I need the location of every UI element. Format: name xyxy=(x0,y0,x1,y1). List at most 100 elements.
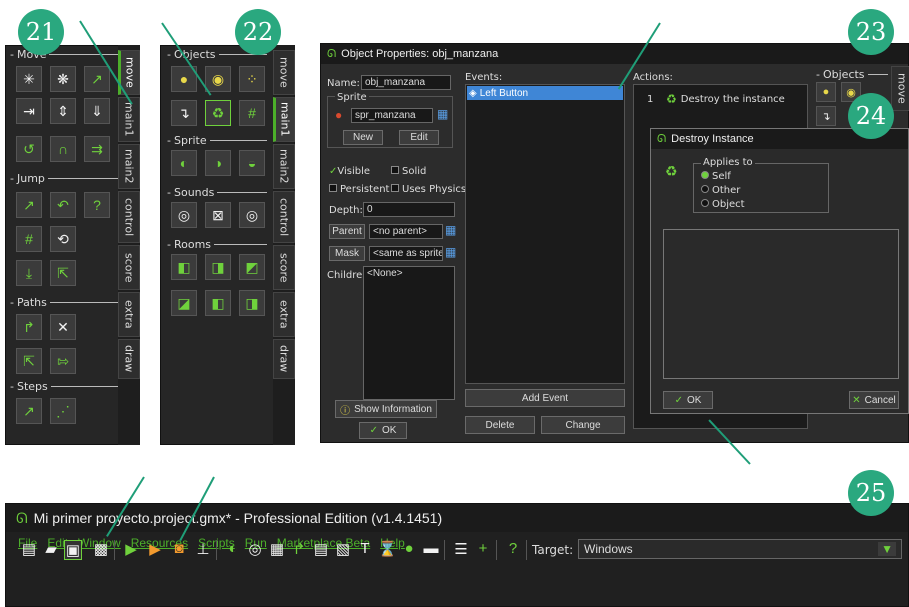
solid-checkbox[interactable]: Solid xyxy=(391,166,426,177)
open-icon[interactable]: ▰ xyxy=(42,540,60,558)
move-free-icon[interactable]: ❋ xyxy=(50,66,76,92)
dialog-ok-button[interactable]: ✓ OK xyxy=(663,391,713,409)
run-icon[interactable]: ▶ xyxy=(122,540,140,558)
stop-sound-icon[interactable]: ⊠ xyxy=(205,202,231,228)
tab-draw[interactable]: draw xyxy=(118,339,140,379)
move-fixed-icon[interactable]: ✳ xyxy=(16,66,42,92)
add-extension-icon[interactable]: + xyxy=(474,540,492,557)
restart-room-icon[interactable]: ◩ xyxy=(239,254,265,280)
friction-icon[interactable]: ⇉ xyxy=(84,136,110,162)
tab-control[interactable]: control xyxy=(273,191,295,243)
radio-other[interactable]: Other xyxy=(701,185,740,196)
radio-object[interactable]: Object xyxy=(701,199,745,210)
create-room-icon[interactable]: ▬ xyxy=(422,540,440,557)
change-instance-icon[interactable]: ↴ xyxy=(816,106,836,126)
play-sound-icon[interactable]: ◎ xyxy=(171,202,197,228)
set-path-icon[interactable]: ↱ xyxy=(16,314,42,340)
new-file-icon[interactable]: ▤ xyxy=(20,540,38,558)
create-sprite-icon[interactable]: ◐ xyxy=(224,540,242,557)
color-sprite-icon[interactable]: ◒ xyxy=(239,150,265,176)
tab-extra[interactable]: extra xyxy=(118,292,140,337)
dialog-cancel-button[interactable]: ✕ Cancel xyxy=(849,391,899,409)
create-random-icon[interactable]: ⁘ xyxy=(239,66,265,92)
change-instance-icon[interactable]: ↴ xyxy=(171,100,197,126)
create-path-icon[interactable]: ↱ xyxy=(290,540,308,558)
edit-button[interactable]: Edit xyxy=(399,130,439,145)
tab-main1[interactable]: main1 xyxy=(118,97,140,142)
add-event-button[interactable]: Add Event xyxy=(465,389,625,407)
create-shader-icon[interactable]: ▧ xyxy=(334,540,352,558)
jump-to-start-icon[interactable]: ↶ xyxy=(50,192,76,218)
align-to-grid-icon[interactable]: # xyxy=(16,226,42,252)
transform-sprite-icon[interactable]: ◑ xyxy=(205,150,231,176)
step-towards-icon[interactable]: ↗ xyxy=(16,398,42,424)
event-left-button[interactable]: ◈ Left Button xyxy=(467,86,623,100)
speed-vertical-icon[interactable]: ⇕ xyxy=(50,98,76,124)
create-sound-icon[interactable]: ◎ xyxy=(246,540,264,558)
tab-control[interactable]: control xyxy=(118,191,140,243)
speed-horizontal-icon[interactable]: ⇥ xyxy=(16,98,42,124)
check-sound-icon[interactable]: ◎ xyxy=(239,202,265,228)
uses-physics-checkbox[interactable]: Uses Physics xyxy=(391,184,466,195)
create-script-icon[interactable]: ▤ xyxy=(312,540,330,558)
mask-browse-icon[interactable]: ▦ xyxy=(445,245,456,259)
destroy-instance-icon[interactable]: ♻ xyxy=(205,100,231,126)
delete-button[interactable]: Delete xyxy=(465,416,535,434)
tab-score[interactable]: score xyxy=(273,245,295,290)
create-moving-icon[interactable]: ◉ xyxy=(205,66,231,92)
sprite-browse-icon[interactable]: ▦ xyxy=(437,107,448,121)
mask-field[interactable]: <same as sprite> xyxy=(369,246,443,261)
persistent-checkbox[interactable]: Persistent xyxy=(329,184,389,195)
depth-field[interactable]: 0 xyxy=(363,202,455,217)
tab-draw[interactable]: draw xyxy=(273,339,295,379)
path-position-icon[interactable]: ⇱ xyxy=(16,348,42,374)
tab-main2[interactable]: main2 xyxy=(273,144,295,189)
tab-main1[interactable]: main1 xyxy=(273,97,295,142)
create-font-icon[interactable]: T xyxy=(356,540,374,557)
reverse-vertical-icon[interactable]: ∩ xyxy=(50,136,76,162)
create-instance-icon[interactable]: ● xyxy=(816,82,836,102)
sprite-field[interactable]: spr_manzana xyxy=(351,108,433,123)
check-next-icon[interactable]: ◨ xyxy=(239,290,265,316)
end-path-icon[interactable]: ✕ xyxy=(50,314,76,340)
jump-to-random-icon[interactable]: ? xyxy=(84,192,110,218)
create-object-icon[interactable]: ● xyxy=(400,540,418,557)
move-to-contact-icon[interactable]: ⤓ xyxy=(16,260,42,286)
next-room-icon[interactable]: ◨ xyxy=(205,254,231,280)
change-sprite-icon[interactable]: ◐ xyxy=(171,150,197,176)
help-icon[interactable]: ? xyxy=(504,540,522,557)
change-button[interactable]: Change xyxy=(541,416,625,434)
check-previous-icon[interactable]: ◧ xyxy=(205,290,231,316)
action-destroy-instance[interactable]: ♻ Destroy the instance xyxy=(666,92,785,106)
ok-button[interactable]: ✓ OK xyxy=(359,422,407,439)
show-information-button[interactable]: ⓘ Show Information xyxy=(335,400,437,418)
gravity-icon[interactable]: ⇓ xyxy=(84,98,110,124)
previous-room-icon[interactable]: ◧ xyxy=(171,254,197,280)
mask-button[interactable]: Mask xyxy=(329,246,365,261)
create-background-icon[interactable]: ▦ xyxy=(268,540,286,558)
jump-to-position-icon[interactable]: ↗ xyxy=(16,192,42,218)
different-room-icon[interactable]: ◪ xyxy=(171,290,197,316)
tab-extra[interactable]: extra xyxy=(273,292,295,337)
debug-icon[interactable]: ▶ xyxy=(146,540,164,558)
parent-browse-icon[interactable]: ▦ xyxy=(445,223,456,237)
move-towards-icon[interactable]: ↗ xyxy=(84,66,110,92)
wrap-screen-icon[interactable]: ⟲ xyxy=(50,226,76,252)
save-icon[interactable]: ▣ xyxy=(64,540,82,560)
events-list[interactable] xyxy=(465,84,625,384)
bounce-icon[interactable]: ⇱ xyxy=(50,260,76,286)
reverse-horizontal-icon[interactable]: ↺ xyxy=(16,136,42,162)
destroy-at-position-icon[interactable]: # xyxy=(239,100,265,126)
tab-score[interactable]: score xyxy=(118,245,140,290)
create-timeline-icon[interactable]: ⌛ xyxy=(378,540,397,558)
target-select[interactable]: Windows ▼ xyxy=(578,539,902,559)
visible-checkbox[interactable]: ✓Visible xyxy=(329,166,370,177)
parent-button[interactable]: Parent xyxy=(329,224,365,239)
new-button[interactable]: New xyxy=(343,130,383,145)
children-list[interactable]: <None> xyxy=(363,266,455,400)
clean-icon[interactable]: ◙ xyxy=(170,540,188,557)
side-tab-move[interactable]: move xyxy=(891,66,909,111)
step-avoiding-icon[interactable]: ⋰ xyxy=(50,398,76,424)
create-executable-icon[interactable]: ▩ xyxy=(92,540,110,558)
list-icon[interactable]: ☰ xyxy=(452,540,470,558)
